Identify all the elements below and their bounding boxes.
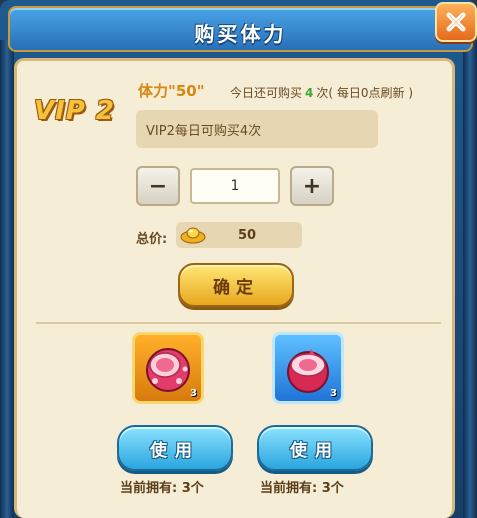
total-price-label: 总价:: [136, 232, 168, 247]
item-count-badge: 3: [190, 388, 197, 399]
use-item-button-1[interactable]: 使用: [117, 425, 233, 471]
fruit-icon: [146, 348, 190, 392]
close-button[interactable]: [435, 2, 477, 42]
decrease-quantity-button[interactable]: −: [136, 166, 180, 206]
item-count-badge: 3: [330, 388, 337, 399]
use-button-label: 使用: [290, 440, 340, 461]
use-button-label: 使用: [150, 440, 200, 461]
remaining-prefix: 今日还可购买: [230, 86, 303, 100]
vip-limit-text: VIP2每日可购买4次: [146, 124, 262, 139]
remaining-count: 4: [305, 86, 314, 100]
confirm-button[interactable]: 确定: [178, 263, 294, 307]
dialog-title: 购买体力: [194, 22, 287, 46]
section-divider: [36, 322, 441, 324]
total-price-value: 50: [238, 228, 257, 243]
confirm-button-label: 确定: [213, 277, 259, 298]
gold-ingot-icon: [180, 227, 206, 244]
vip-level: VIP 2: [34, 96, 115, 126]
vip-limit-box: VIP2每日可购买4次: [136, 110, 378, 148]
item-slot-gold[interactable]: 3: [132, 332, 204, 404]
owned-count-1: 当前拥有: 3个: [120, 481, 204, 496]
title-bar: 购买体力: [8, 6, 473, 52]
fruit-icon: [287, 349, 329, 393]
purchase-remaining-info: 今日还可购买 4 次( 每日0点刷新 ): [230, 84, 413, 101]
frame-left-edge: [0, 40, 14, 518]
quantity-input[interactable]: 1: [190, 168, 280, 204]
frame-right-edge: [463, 40, 477, 518]
remaining-suffix: 次( 每日0点刷新 ): [316, 86, 414, 100]
close-icon: [446, 12, 466, 32]
use-item-button-2[interactable]: 使用: [257, 425, 373, 471]
owned-count-2: 当前拥有: 3个: [260, 481, 344, 496]
increase-quantity-button[interactable]: +: [290, 166, 334, 206]
stamina-amount-label: 体力"50": [138, 82, 205, 100]
item-slot-blue[interactable]: 3: [272, 332, 344, 404]
